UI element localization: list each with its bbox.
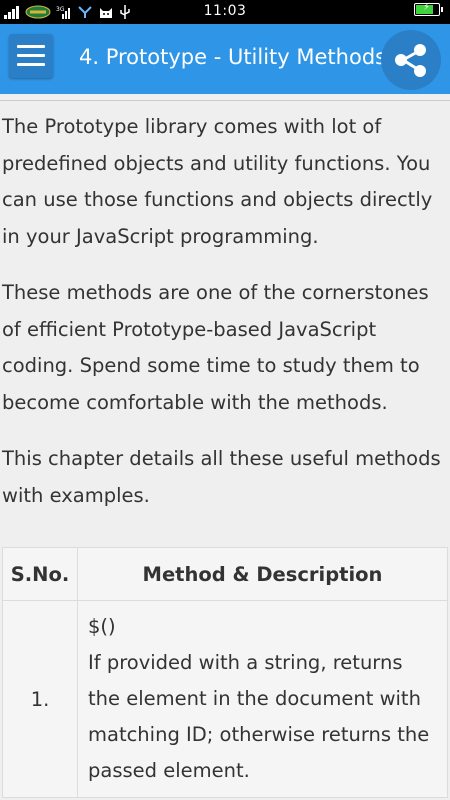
table-header-row: S.No. Method & Description bbox=[2, 547, 448, 601]
article-content: The Prototype library comes with lot of … bbox=[0, 109, 450, 534]
header-divider bbox=[0, 100, 450, 101]
app-bar: 4. Prototype - Utility Methods bbox=[0, 24, 450, 94]
methods-paragraph: These methods are one of the cornerstone… bbox=[2, 281, 429, 414]
hamburger-icon-bar-middle bbox=[17, 54, 45, 57]
table-row: 1. $() If provided with a string, return… bbox=[2, 600, 448, 798]
share-icon bbox=[395, 44, 426, 77]
table-header-method: Method & Description bbox=[77, 547, 448, 601]
charging-icon: ⚡ bbox=[423, 2, 431, 13]
intro-paragraph: The Prototype library comes with lot of … bbox=[2, 115, 433, 248]
hamburger-icon-bar-bottom bbox=[17, 63, 45, 66]
menu-button[interactable] bbox=[9, 34, 53, 78]
chapter-paragraph: This chapter details all these useful me… bbox=[2, 447, 441, 507]
status-bar: 3G 11:03 ⚡ bbox=[0, 0, 450, 24]
hamburger-icon-bar-top bbox=[17, 45, 45, 48]
battery-icon: ⚡ bbox=[414, 2, 443, 16]
methods-table: S.No. Method & Description 1. $() If pro… bbox=[2, 547, 448, 798]
table-cell-method: $() If provided with a string, returns t… bbox=[77, 600, 448, 798]
method-name: $() bbox=[88, 615, 116, 638]
method-description: If provided with a string, returns the e… bbox=[88, 651, 430, 782]
table-cell-sno: 1. bbox=[2, 600, 78, 798]
table-header-sno: S.No. bbox=[2, 547, 78, 601]
status-time: 11:03 bbox=[203, 3, 247, 19]
page-title: 4. Prototype - Utility Methods bbox=[79, 45, 387, 69]
status-icons-right: ⚡ bbox=[414, 2, 443, 16]
share-button[interactable] bbox=[381, 30, 441, 90]
